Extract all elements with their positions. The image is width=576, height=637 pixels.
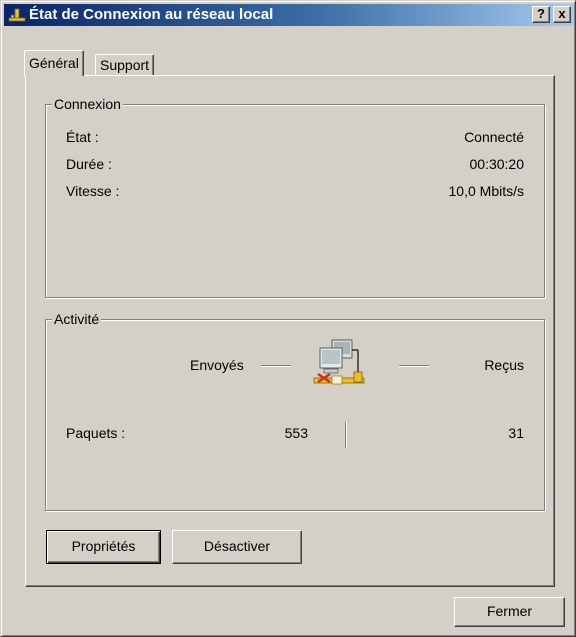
duration-label: Durée : bbox=[66, 156, 112, 172]
close-window-button[interactable]: x bbox=[553, 6, 571, 23]
speed-value: 10,0 Mbits/s bbox=[448, 183, 524, 199]
dialog-window: État de Connexion au réseau local ? x Gé… bbox=[0, 0, 576, 637]
activite-legend: Activité bbox=[52, 310, 102, 328]
properties-button[interactable]: Propriétés bbox=[46, 530, 161, 564]
network-connection-icon bbox=[8, 8, 26, 22]
state-value: Connecté bbox=[464, 129, 524, 145]
help-button[interactable]: ? bbox=[532, 6, 550, 23]
connexion-group: Connexion État : Connecté Durée : 00:30:… bbox=[45, 95, 545, 298]
received-label: Reçus bbox=[484, 357, 524, 373]
speed-label: Vitesse : bbox=[66, 183, 120, 199]
duration-value: 00:30:20 bbox=[469, 156, 525, 172]
disable-button[interactable]: Désactiver bbox=[172, 530, 302, 564]
connexion-legend: Connexion bbox=[52, 95, 123, 113]
state-label: État : bbox=[66, 129, 99, 145]
packets-sent-value: 553 bbox=[284, 425, 308, 441]
tab-panel-general: Connexion État : Connecté Durée : 00:30:… bbox=[25, 75, 555, 587]
packets-received-value: 31 bbox=[508, 425, 524, 441]
network-computers-icon bbox=[313, 339, 365, 385]
packets-label: Paquets : bbox=[66, 425, 126, 441]
received-line bbox=[399, 365, 429, 367]
sent-label: Envoyés bbox=[190, 357, 244, 373]
tab-support[interactable]: Support bbox=[95, 54, 155, 76]
sent-line bbox=[261, 365, 291, 367]
tab-general[interactable]: Général bbox=[24, 50, 84, 76]
window-title: État de Connexion au réseau local bbox=[29, 6, 274, 23]
title-bar[interactable]: État de Connexion au réseau local ? x bbox=[4, 4, 574, 26]
close-button[interactable]: Fermer bbox=[454, 597, 565, 627]
activite-group: Activité Envoyés Reçus Paquets : 553 31 bbox=[45, 310, 545, 511]
packets-divider bbox=[345, 422, 347, 448]
